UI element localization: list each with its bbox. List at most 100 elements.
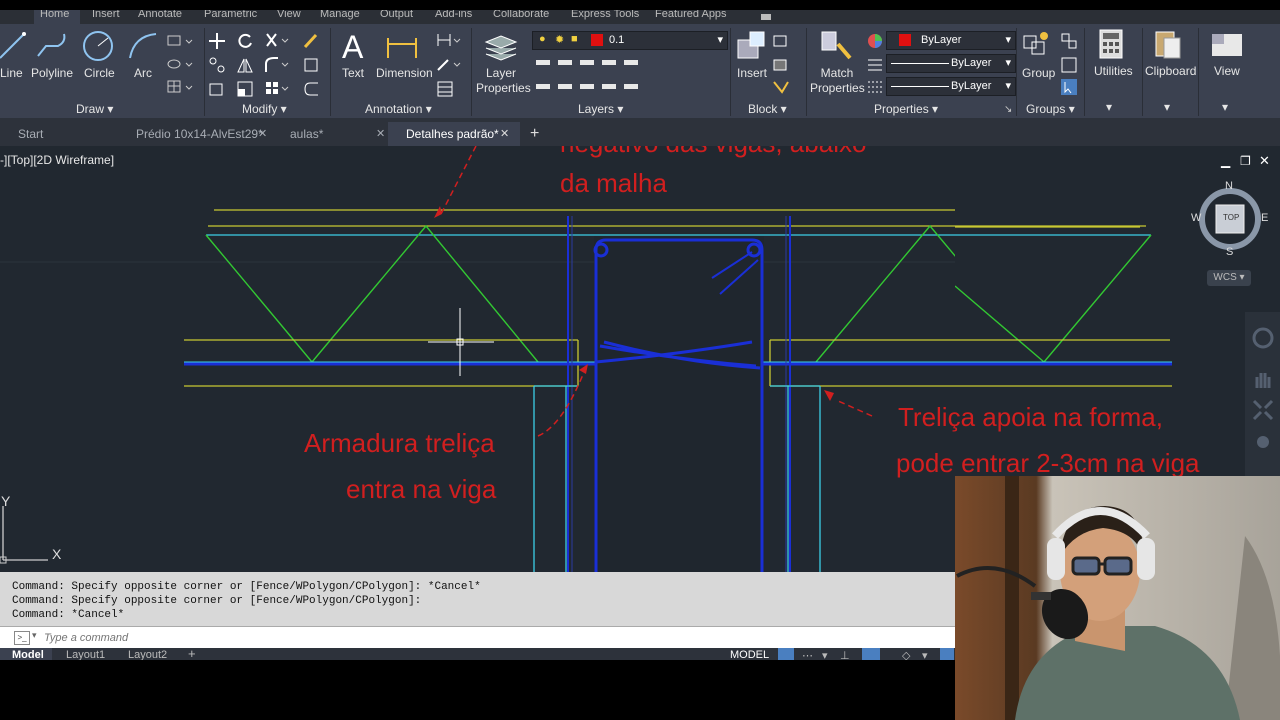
dimension-icon[interactable] xyxy=(386,30,418,67)
arc-icon[interactable] xyxy=(128,32,158,65)
stretch-icon[interactable] xyxy=(208,80,226,103)
grid-toggle-icon[interactable] xyxy=(778,648,794,660)
clipboard-button[interactable]: Clipboard xyxy=(1145,64,1196,78)
chevron-down-icon[interactable]: ▾ xyxy=(1106,100,1112,114)
polar-tracking-icon[interactable] xyxy=(862,648,880,660)
chevron-down-icon[interactable]: ▾ xyxy=(32,630,37,641)
scale-icon[interactable] xyxy=(236,80,254,103)
dimension-button[interactable]: Dimension xyxy=(376,66,433,80)
text-button[interactable]: Text xyxy=(342,66,364,80)
infer-constraints-icon[interactable]: ▾ xyxy=(822,649,828,660)
fillet-icon[interactable] xyxy=(264,56,290,79)
command-prompt-icon[interactable]: >_ xyxy=(14,631,30,645)
create-block-icon[interactable] xyxy=(772,32,790,55)
leader-icon[interactable] xyxy=(436,56,462,79)
tab-model[interactable]: Model xyxy=(12,649,44,660)
ribbon-tab-parametric[interactable]: Parametric xyxy=(204,10,257,20)
ribbon-tab-featured-apps[interactable]: Featured Apps xyxy=(655,10,727,20)
ribbon-tab-manage[interactable]: Manage xyxy=(320,10,360,20)
steering-wheel-icon[interactable] xyxy=(1251,326,1275,355)
annotation-top-line1[interactable]: negativo das vigas, abaixo xyxy=(560,146,866,158)
osnap-tracking-icon[interactable] xyxy=(940,648,954,660)
layer-tools-row2-icon[interactable] xyxy=(536,78,646,99)
group-select-icon[interactable] xyxy=(1060,78,1078,101)
polyline-button[interactable]: Polyline xyxy=(31,66,73,80)
color-wheel-icon[interactable] xyxy=(866,32,884,55)
dialog-launcher-icon[interactable]: ↘ xyxy=(1004,104,1012,115)
orbit-icon[interactable] xyxy=(1251,430,1275,459)
tab-aulas[interactable]: aulas* ✕ xyxy=(272,122,392,146)
command-line[interactable]: >_ ▾ xyxy=(0,626,955,649)
chevron-down-icon[interactable]: ▾ xyxy=(922,649,928,660)
annotation-top-line2[interactable]: da malha xyxy=(560,168,667,198)
ribbon-tab-insert[interactable]: Insert xyxy=(92,10,120,20)
command-input[interactable] xyxy=(42,629,926,647)
layers-panel-title[interactable]: Layers ▾ xyxy=(578,102,623,116)
model-space-button[interactable]: MODEL xyxy=(730,649,769,660)
match-properties-icon[interactable] xyxy=(820,30,852,67)
trim-icon[interactable] xyxy=(264,32,290,55)
tab-layout2[interactable]: Layout2 xyxy=(128,649,167,660)
ribbon-tab-view[interactable]: View xyxy=(277,10,301,20)
layer-properties-button[interactable]: Layer Properties xyxy=(476,66,531,96)
compass-west[interactable]: W xyxy=(1191,212,1201,224)
offset-icon[interactable] xyxy=(302,80,320,103)
lineweight-icon[interactable] xyxy=(866,78,884,101)
close-icon[interactable]: ✕ xyxy=(376,122,385,146)
annotation-left-line2[interactable]: entra na viga xyxy=(346,474,497,504)
ribbon-tab-annotate[interactable]: Annotate xyxy=(138,10,182,20)
line-icon[interactable] xyxy=(0,30,26,65)
tab-layout1[interactable]: Layout1 xyxy=(66,649,105,660)
edit-block-icon[interactable] xyxy=(772,56,790,79)
add-layout-plus-icon[interactable]: + xyxy=(188,648,196,660)
object-snap-icon[interactable]: ◇ xyxy=(902,649,910,660)
ribbon-tab-home[interactable]: Home xyxy=(40,10,69,20)
ribbon-tab-express-tools[interactable]: Express Tools xyxy=(571,10,639,20)
mirror-icon[interactable] xyxy=(236,56,254,79)
block-attribute-icon[interactable] xyxy=(772,78,794,101)
layer-tools-row1-icon[interactable] xyxy=(536,54,646,75)
snap-mode-icon[interactable]: ⋯ xyxy=(802,649,813,660)
copy-icon[interactable] xyxy=(208,56,226,79)
array-icon[interactable] xyxy=(264,80,290,103)
chevron-down-icon[interactable]: ▾ xyxy=(1222,100,1228,114)
new-tab-plus-icon[interactable]: + xyxy=(522,122,552,146)
annotation-left-line1[interactable]: Armadura treliça xyxy=(304,428,495,458)
match-properties-button[interactable]: Match Properties xyxy=(810,66,865,96)
ribbon-tab-addins[interactable]: Add-ins xyxy=(435,10,472,20)
compass-south[interactable]: S xyxy=(1226,246,1233,258)
rotate-icon[interactable] xyxy=(236,32,254,55)
tab-detalhes-padrao[interactable]: Detalhes padrão* ✕ xyxy=(388,122,520,146)
erase-icon[interactable] xyxy=(302,32,320,55)
restore-icon[interactable]: ❐ xyxy=(1240,154,1251,168)
draw-panel-title[interactable]: Draw ▾ xyxy=(76,102,113,116)
ribbon-options-icon[interactable] xyxy=(760,10,772,22)
move-icon[interactable] xyxy=(208,32,226,55)
text-icon[interactable]: A xyxy=(340,29,366,67)
group-button[interactable]: Group xyxy=(1022,66,1055,80)
tab-start[interactable]: Start xyxy=(0,122,124,146)
lineweight-dropdown[interactable]: ByLayer ▾ xyxy=(886,77,1016,96)
modify-panel-title[interactable]: Modify ▾ xyxy=(242,102,287,116)
groups-panel-title[interactable]: Groups ▾ xyxy=(1026,102,1075,116)
annotation-right-line2[interactable]: pode entrar 2-3cm na viga xyxy=(896,448,955,478)
hatch-icon[interactable] xyxy=(166,57,196,76)
circle-button[interactable]: Circle xyxy=(84,66,115,80)
explode-icon[interactable] xyxy=(302,56,320,79)
group-icon[interactable] xyxy=(1022,30,1052,65)
drawing-canvas-right[interactable]: Treliça apoia na forma, pode entrar 2-3c… xyxy=(896,146,1280,478)
zoom-extents-icon[interactable] xyxy=(1251,398,1275,427)
tab-predio[interactable]: Prédio 10x14-AlvEst29* ✕ xyxy=(118,122,278,146)
compass-north[interactable]: N xyxy=(1225,180,1233,192)
ortho-icon[interactable]: ⊥ xyxy=(840,649,850,660)
calculator-icon[interactable] xyxy=(1098,28,1126,65)
insert-button[interactable]: Insert xyxy=(737,66,767,80)
polyline-icon[interactable] xyxy=(36,32,70,65)
chevron-down-icon[interactable]: ▾ xyxy=(1164,100,1170,114)
layer-dropdown[interactable]: ● ✹ ■ 0.1 ▾ xyxy=(532,31,728,50)
arc-button[interactable]: Arc xyxy=(134,66,152,80)
close-icon[interactable]: ✕ xyxy=(1259,153,1270,169)
ribbon-tab-output[interactable]: Output xyxy=(380,10,413,20)
view-button[interactable]: View xyxy=(1214,64,1240,78)
pan-hand-icon[interactable] xyxy=(1251,368,1275,397)
